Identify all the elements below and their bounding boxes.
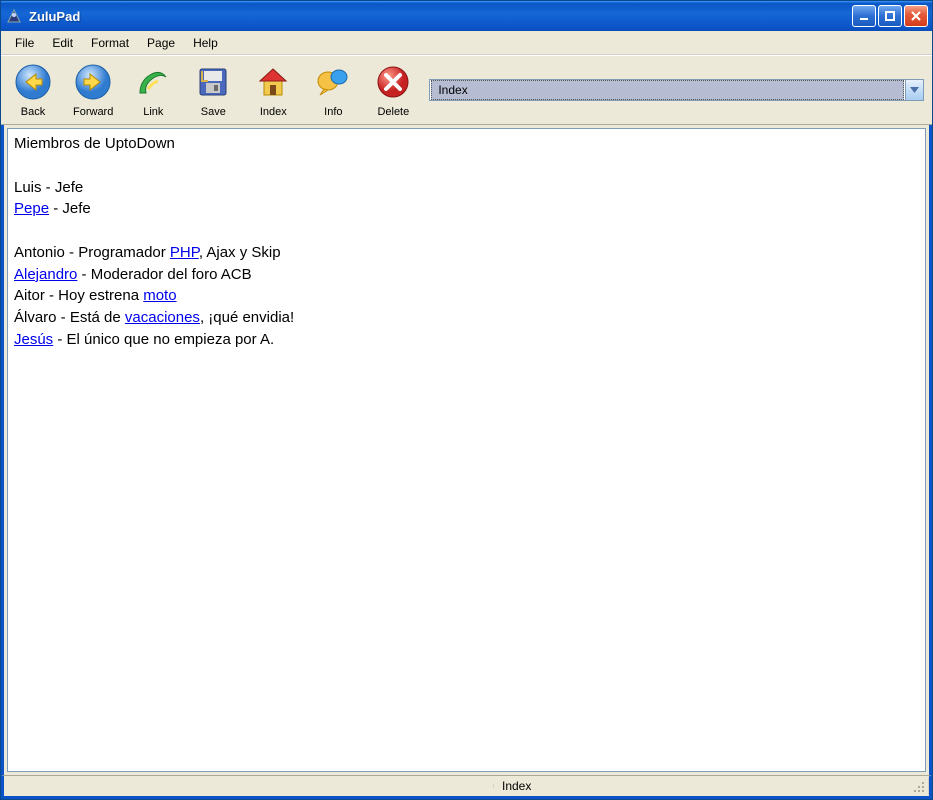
text-span: - Moderador del foro ACB <box>77 266 251 283</box>
save-icon <box>193 62 233 102</box>
text-line: Antonio - Programador PHP, Ajax y Skip <box>14 242 919 264</box>
editor[interactable]: Miembros de UptoDown Luis - Jefe Pepe - … <box>7 128 926 772</box>
text-line: Luis - Jefe <box>14 177 919 199</box>
back-button[interactable]: Back <box>9 60 57 120</box>
menu-page[interactable]: Page <box>139 33 183 53</box>
text-span: Álvaro - Está de <box>14 309 125 326</box>
resize-grip-icon[interactable] <box>911 779 925 793</box>
link-button[interactable]: Link <box>129 60 177 120</box>
forward-label: Forward <box>73 106 113 118</box>
page-combo-selected: Index <box>431 80 904 100</box>
wiki-link[interactable]: vacaciones <box>125 309 200 326</box>
titlebar: ZuluPad <box>1 1 932 31</box>
app-icon <box>5 7 23 25</box>
delete-label: Delete <box>377 106 409 118</box>
text-span: Aitor - Hoy estrena <box>14 287 143 304</box>
back-label: Back <box>21 106 45 118</box>
status-page-name: Index <box>494 777 929 795</box>
forward-button[interactable]: Forward <box>69 60 117 120</box>
text-span: Antonio - Programador <box>14 244 170 261</box>
wiki-link[interactable]: moto <box>143 287 176 304</box>
close-button[interactable] <box>904 5 928 27</box>
text-line: Álvaro - Está de vacaciones, ¡qué envidi… <box>14 307 919 329</box>
wiki-link[interactable]: Alejandro <box>14 266 77 283</box>
window-title: ZuluPad <box>29 9 852 24</box>
window-controls <box>852 5 928 27</box>
chevron-down-icon[interactable] <box>905 80 923 100</box>
text-line: Miembros de UptoDown <box>14 133 919 155</box>
save-label: Save <box>201 106 226 118</box>
minimize-icon <box>858 10 870 22</box>
blank-line <box>14 220 919 242</box>
toolbar: Back Forward Link <box>1 55 932 125</box>
info-button[interactable]: Info <box>309 60 357 120</box>
menubar: File Edit Format Page Help <box>1 31 932 55</box>
save-button[interactable]: Save <box>189 60 237 120</box>
text-span: , ¡qué envidia! <box>200 309 294 326</box>
wiki-link[interactable]: Pepe <box>14 200 49 217</box>
status-cell-left <box>4 784 494 788</box>
arrow-left-icon <box>13 62 53 102</box>
index-button[interactable]: Index <box>249 60 297 120</box>
menu-help[interactable]: Help <box>185 33 226 53</box>
wiki-link[interactable]: PHP <box>170 244 199 261</box>
link-icon <box>133 62 173 102</box>
minimize-button[interactable] <box>852 5 876 27</box>
page-combo-wrap: Index <box>429 79 924 101</box>
maximize-button[interactable] <box>878 5 902 27</box>
maximize-icon <box>884 10 896 22</box>
close-icon <box>910 10 922 22</box>
delete-icon <box>373 62 413 102</box>
text-span: , Ajax y Skip <box>199 244 281 261</box>
statusbar: Index <box>1 775 932 799</box>
app-window: ZuluPad File Edit Format Page Help <box>0 0 933 800</box>
delete-button[interactable]: Delete <box>369 60 417 120</box>
menu-edit[interactable]: Edit <box>44 33 81 53</box>
content-frame: Miembros de UptoDown Luis - Jefe Pepe - … <box>1 125 932 775</box>
text-line: Aitor - Hoy estrena moto <box>14 285 919 307</box>
text-line: Jesús - El único que no empieza por A. <box>14 329 919 351</box>
text-span: - Jefe <box>49 200 91 217</box>
text-line: Alejandro - Moderador del foro ACB <box>14 264 919 286</box>
home-icon <box>253 62 293 102</box>
info-icon <box>313 62 353 102</box>
text-span: - El único que no empieza por A. <box>53 331 274 348</box>
text-line: Pepe - Jefe <box>14 198 919 220</box>
menu-file[interactable]: File <box>7 33 42 53</box>
arrow-right-icon <box>73 62 113 102</box>
menu-format[interactable]: Format <box>83 33 137 53</box>
wiki-link[interactable]: Jesús <box>14 331 53 348</box>
index-label: Index <box>260 106 287 118</box>
link-label: Link <box>143 106 163 118</box>
blank-line <box>14 155 919 177</box>
page-combo[interactable]: Index <box>429 79 924 101</box>
info-label: Info <box>324 106 342 118</box>
